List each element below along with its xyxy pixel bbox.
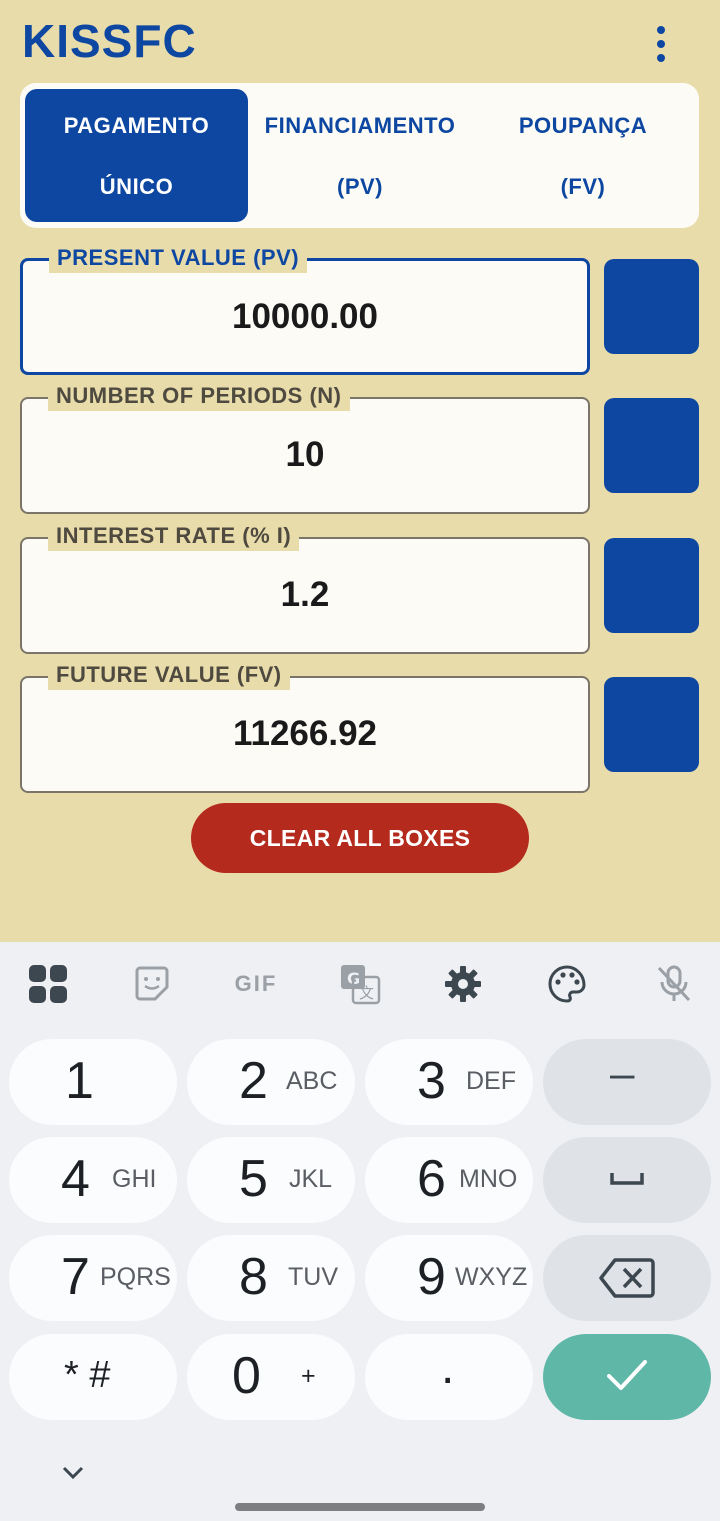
tab-label-line2: ÚNICO [99,174,174,199]
space-icon [610,1173,644,1185]
key-letters: JKL [289,1165,333,1193]
future-value-label: FUTURE VALUE (FV) [48,660,290,690]
key-2[interactable]: 2 ABC [187,1039,355,1125]
calculate-i-button[interactable] [604,538,699,633]
backspace-icon [599,1258,655,1298]
key-plus: + [301,1362,316,1390]
key-letters: PQRS [100,1263,171,1291]
tab-label-line2: (PV) [337,174,383,199]
key-backspace[interactable] [543,1235,711,1321]
numeric-keyboard: GIF G文 1 2 ABC 3 DEF – 4 GHI 5 JKL 6 MNO… [0,942,720,1521]
number-of-periods-input[interactable]: NUMBER OF PERIODS (N) 10 [20,381,590,514]
key-letters: WXYZ [455,1263,528,1291]
key-digit: 9 [417,1248,446,1306]
dot-symbol: . [441,1341,455,1394]
key-7[interactable]: 7 PQRS [9,1235,177,1321]
key-space[interactable] [543,1137,711,1223]
key-9[interactable]: 9 WXYZ [365,1235,533,1321]
calculate-fv-button[interactable] [604,677,699,772]
tab-label-line2: (FV) [560,174,606,199]
apps-grid-icon[interactable] [26,962,70,1006]
star-hash-symbol: * # [64,1354,111,1396]
key-8[interactable]: 8 TUV [187,1235,355,1321]
svg-text:文: 文 [359,984,374,1002]
key-4[interactable]: 4 GHI [9,1137,177,1223]
home-indicator[interactable] [235,1503,485,1511]
key-digit: 3 [417,1052,446,1110]
tab-label-line1: PAGAMENTO [63,113,210,138]
key-letters: ABC [286,1067,338,1095]
key-digit: 0 [232,1347,261,1405]
key-digit: 4 [61,1150,90,1208]
key-digit: 6 [417,1150,446,1208]
key-done[interactable] [543,1334,711,1420]
gif-label: GIF [234,971,278,996]
mode-tabs: PAGAMENTO ÚNICO FINANCIAMENTO (PV) POUPA… [20,83,699,228]
palette-icon[interactable] [545,962,589,1006]
present-value-input[interactable]: PRESENT VALUE (PV) 10000.00 [20,243,590,375]
key-0[interactable]: 0 + [187,1334,355,1420]
settings-icon[interactable] [441,962,485,1006]
calculate-pv-button[interactable] [604,259,699,354]
mic-off-icon[interactable] [652,962,696,1006]
check-icon [607,1360,647,1390]
key-digit: 8 [239,1248,268,1306]
interest-rate-value: 1.2 [280,575,330,614]
key-letters: MNO [459,1165,518,1193]
key-3[interactable]: 3 DEF [365,1039,533,1125]
key-minus[interactable]: – [543,1039,711,1125]
key-digit: 2 [239,1052,268,1110]
key-letters: DEF [466,1067,516,1095]
calculate-n-button[interactable] [604,398,699,493]
field-row-n: NUMBER OF PERIODS (N) 10 [20,381,699,514]
key-letters: TUV [288,1263,338,1291]
gif-icon[interactable]: GIF [232,962,280,1006]
keyboard-toolbar: GIF G文 [0,942,720,1024]
key-digit: 7 [61,1248,90,1306]
field-row-fv: FUTURE VALUE (FV) 11266.92 [20,660,699,793]
present-value-value: 10000.00 [232,297,378,336]
interest-rate-label: INTEREST RATE (% I) [48,521,300,551]
field-row-pv: PRESENT VALUE (PV) 10000.00 [20,243,699,375]
present-value-label: PRESENT VALUE (PV) [49,243,308,273]
tab-label-line1: POUPANÇA [518,113,648,138]
number-of-periods-value: 10 [285,435,325,474]
sticker-icon[interactable] [130,962,174,1006]
future-value-value: 11266.92 [232,714,378,753]
minus-symbol: – [610,1049,635,1098]
key-5[interactable]: 5 JKL [187,1137,355,1223]
field-row-i: INTEREST RATE (% I) 1.2 [20,521,699,654]
tab-poupanca[interactable]: POUPANÇA (FV) [472,89,694,222]
key-letters: GHI [112,1165,157,1193]
number-of-periods-label: NUMBER OF PERIODS (N) [48,381,350,411]
app-title: KISSFC [22,15,197,67]
key-digit: 5 [239,1150,268,1208]
clear-all-button[interactable]: CLEAR ALL BOXES [191,803,529,873]
key-digit: 1 [65,1052,94,1110]
collapse-keyboard-icon[interactable] [58,1462,88,1484]
interest-rate-input[interactable]: INTEREST RATE (% I) 1.2 [20,521,590,654]
tab-label-line1: FINANCIAMENTO [264,113,456,138]
key-6[interactable]: 6 MNO [365,1137,533,1223]
key-1[interactable]: 1 [9,1039,177,1125]
tab-financiamento[interactable]: FINANCIAMENTO (PV) [248,89,472,222]
key-star-hash[interactable]: * # [9,1334,177,1420]
key-dot[interactable]: . [365,1334,533,1420]
overflow-menu-icon[interactable] [646,22,676,66]
translate-icon[interactable]: G文 [338,962,382,1006]
tab-pagamento-unico[interactable]: PAGAMENTO ÚNICO [25,89,248,222]
future-value-input[interactable]: FUTURE VALUE (FV) 11266.92 [20,660,590,793]
